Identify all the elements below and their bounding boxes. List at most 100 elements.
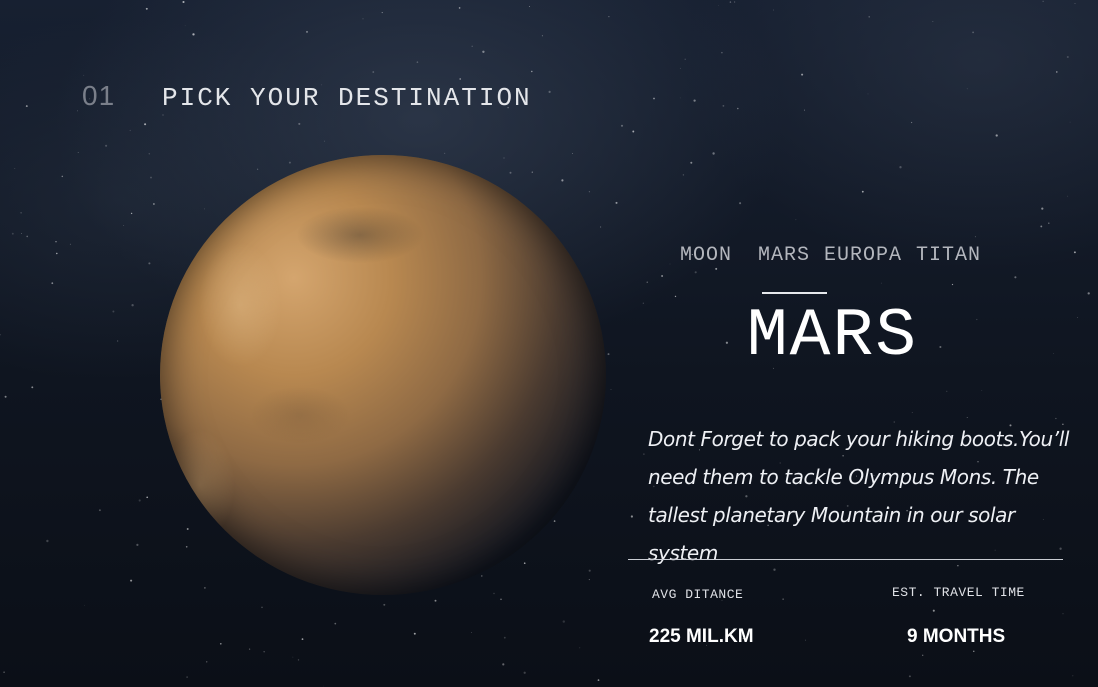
star (1066, 55, 1069, 59)
mars-planet (160, 155, 606, 595)
star (674, 295, 677, 298)
star (105, 144, 108, 147)
star (416, 61, 419, 63)
star (1055, 417, 1057, 420)
star (192, 33, 195, 36)
star (123, 225, 125, 226)
star (694, 271, 697, 274)
star (729, 1, 732, 3)
star (653, 97, 655, 100)
star (144, 123, 147, 126)
star (184, 25, 186, 27)
tab-europa[interactable]: EUROPA (824, 244, 902, 267)
star (1076, 317, 1078, 318)
star (773, 9, 775, 11)
planet-name: MARS (746, 298, 919, 375)
star (56, 252, 58, 255)
star (693, 99, 696, 102)
star (20, 211, 22, 214)
star (972, 31, 974, 34)
star (973, 650, 975, 652)
star (715, 267, 718, 270)
star (679, 97, 681, 99)
star (610, 389, 612, 391)
star (130, 212, 133, 215)
star (804, 109, 806, 111)
star (1087, 292, 1090, 295)
travel-time-value: 9 MONTHS (907, 626, 1006, 647)
star (46, 539, 49, 543)
star (306, 30, 308, 33)
travel-time-label: EST. TRAVEL TIME (892, 585, 1025, 600)
tab-mars[interactable]: MARS (758, 244, 810, 267)
planet-image (160, 155, 606, 595)
star (31, 386, 34, 389)
star (413, 632, 416, 635)
star (721, 51, 723, 54)
star (150, 176, 152, 179)
star (899, 166, 902, 169)
star (324, 140, 325, 142)
star (661, 275, 664, 277)
star (112, 310, 115, 313)
star (620, 124, 624, 127)
star (61, 175, 64, 178)
star (615, 201, 618, 204)
star (77, 110, 78, 112)
star (11, 232, 14, 235)
star (528, 5, 530, 7)
star (322, 685, 324, 687)
star (718, 4, 719, 6)
star (922, 654, 924, 656)
star (608, 16, 610, 18)
star (966, 417, 968, 418)
star (182, 0, 185, 4)
star (712, 152, 715, 155)
star (69, 243, 71, 245)
star (643, 453, 645, 455)
star (26, 235, 29, 238)
star (434, 599, 437, 602)
tab-titan[interactable]: TITAN (916, 244, 981, 267)
star (1074, 3, 1076, 4)
tab-moon[interactable]: MOON (680, 244, 732, 267)
star (1062, 613, 1064, 615)
star (443, 152, 446, 155)
star (795, 219, 797, 221)
planet-description: Dont Forget to pack your hiking boots.Yo… (648, 427, 1070, 565)
star (98, 509, 101, 512)
star (1042, 0, 1044, 2)
star (548, 90, 551, 93)
star (579, 647, 581, 649)
star (734, 1, 736, 3)
star (1067, 195, 1069, 197)
star (148, 262, 151, 265)
star (1053, 353, 1054, 354)
step-number: 01 (82, 80, 116, 111)
star (146, 496, 149, 499)
star (1014, 276, 1017, 279)
star (0, 333, 1, 336)
section-heading: 01 PICK YOUR DESTINATION (82, 80, 532, 113)
star (77, 151, 79, 153)
star (597, 679, 600, 681)
star (3, 671, 5, 674)
star (263, 651, 265, 653)
avg-distance-value: 225 MIL.KM (649, 626, 754, 647)
star (966, 88, 968, 90)
star (572, 153, 573, 154)
star (1048, 222, 1050, 224)
star (298, 122, 301, 125)
star (541, 35, 543, 37)
star (868, 16, 870, 18)
avg-distance-label: AVG DITANCE (652, 587, 744, 602)
star (861, 190, 864, 193)
stats-divider (628, 559, 1063, 560)
star (116, 340, 119, 342)
star (782, 598, 784, 600)
star (867, 93, 869, 95)
star (471, 632, 473, 633)
star (932, 609, 935, 612)
star (1041, 207, 1044, 210)
star (737, 107, 739, 110)
